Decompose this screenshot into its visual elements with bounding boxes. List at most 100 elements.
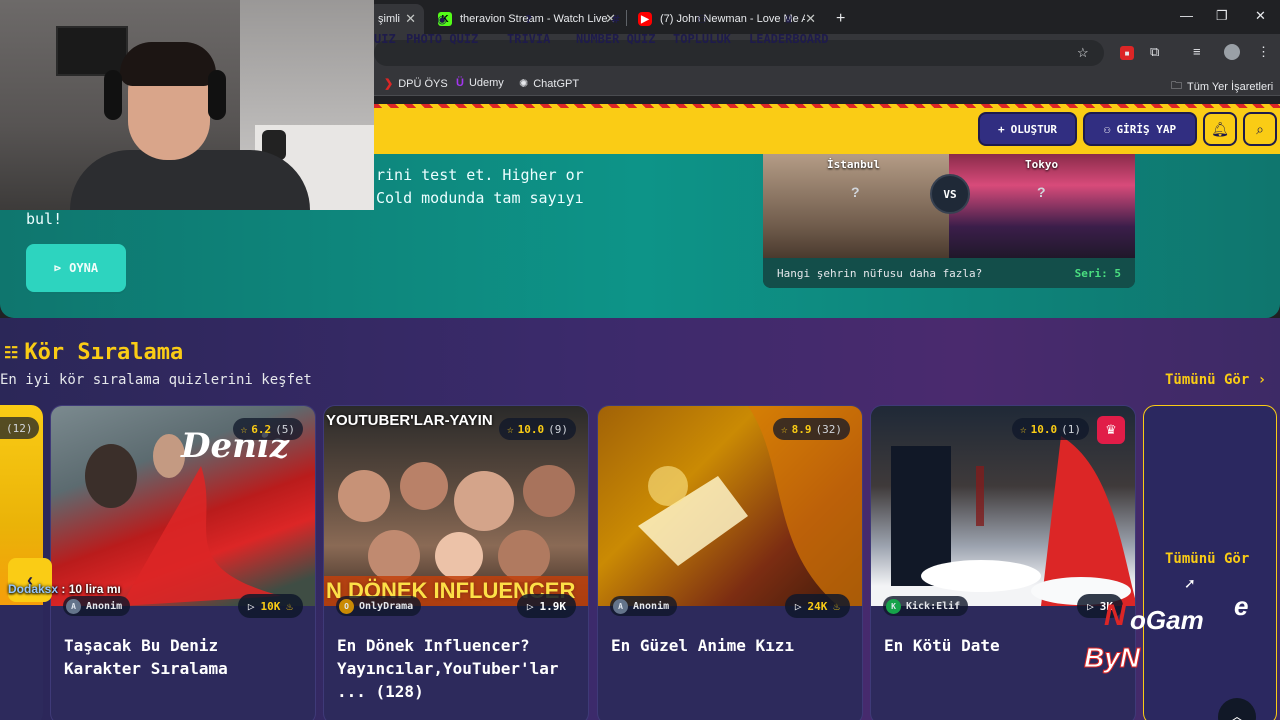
higher-lower-preview: İstanbul Tokyo ? ? VS Hangi şehrin nüfus… xyxy=(763,154,1135,288)
see-all-link[interactable]: Tümünü Gör › xyxy=(1165,372,1266,388)
profile-avatar[interactable] xyxy=(1224,44,1240,60)
section-title-text: Kör Sıralama xyxy=(24,340,184,365)
hash-icon: # xyxy=(611,13,621,26)
bookmark-dpu[interactable]: ❯ DPÜ ÖYS xyxy=(384,77,448,91)
streak-counter: Seri: 5 xyxy=(1074,266,1121,280)
hero-line: Cold modunda tam sayıyı xyxy=(376,189,584,207)
nav-label: PHOTO QUIZ xyxy=(406,32,479,46)
rating-count: (5) xyxy=(275,422,295,436)
screen: şimli ✕ K theravion Stream - Watch Live … xyxy=(0,0,1280,720)
vs-badge: VS xyxy=(930,174,970,214)
quiz-card[interactable]: ☆ 8.9 (32) A Anonim ▷ 24K ♨ En Güzel Anime Kı… xyxy=(597,405,863,720)
bookmark-udemy[interactable]: Ü Udemy xyxy=(456,77,504,89)
fire-icon: ♨ xyxy=(286,599,293,613)
extensions-puzzle-icon[interactable]: ⧉ xyxy=(1150,44,1159,60)
play-icon: ▷ xyxy=(247,599,255,613)
address-bar[interactable] xyxy=(374,40,1104,66)
plays-badge: ▷ 10K ♨ xyxy=(237,594,303,618)
nav-topluluk[interactable]: ⚇ TOPLULUK xyxy=(673,10,731,46)
unknown-value: ? xyxy=(851,184,860,200)
fire-icon: ♨ xyxy=(833,599,840,613)
section-title: ☷ Kör Sıralama xyxy=(4,340,183,365)
rating-count: (1) xyxy=(1061,422,1081,436)
folder-icon: 🗀 xyxy=(1171,80,1182,92)
nav-trivia[interactable]: ? TRIVIA xyxy=(507,10,550,46)
stream-logo-watermark: N oGam e ByN xyxy=(1084,591,1248,674)
svg-text:ByN: ByN xyxy=(1084,642,1141,673)
donation-alert: Dodaksx : 10 lira mı xyxy=(8,582,121,596)
notifications-button[interactable]: 🔔︎ xyxy=(1203,112,1237,146)
bookmark-label: Udemy xyxy=(468,77,504,89)
quiz-card[interactable]: YOUTUBER'LAR-YAYIN N DÖNEK INFLUENCER ☆ 1… xyxy=(323,405,589,720)
author-chip[interactable]: A Anonim xyxy=(63,596,131,616)
card-title: En Dönek Influencer? Yayıncılar,YouTuber… xyxy=(337,636,559,701)
login-button[interactable]: ⚇ GİRİŞ YAP xyxy=(1083,112,1197,146)
all-bookmarks[interactable]: 🗀 Tüm Yer İşaretleri xyxy=(1171,77,1273,96)
author-chip[interactable]: O OnlyDrama xyxy=(336,596,422,616)
author-name: Anonim xyxy=(633,600,670,612)
nav-number-quiz[interactable]: # NUMBER QUIZ xyxy=(576,10,655,46)
headphone-icon xyxy=(104,70,122,120)
chatgpt-icon: ✺ xyxy=(519,78,529,90)
plays-count: 1.9K xyxy=(539,599,567,613)
donation-user: Dodaksx xyxy=(8,582,59,596)
card-title: En Güzel Anime Kızı xyxy=(611,636,795,655)
nav-leaderboard[interactable]: ♛ LEADERBOARD xyxy=(749,10,828,46)
media-control-icon[interactable]: ≡ xyxy=(1193,44,1201,59)
nav-label: NUMBER QUIZ xyxy=(576,32,656,46)
search-icon: ⌕ xyxy=(1256,120,1264,137)
card-image xyxy=(871,406,1135,606)
play-label: OYNA xyxy=(69,261,99,275)
play-button[interactable]: ⊳ OYNA xyxy=(26,244,126,292)
nav-label: TRIVIA xyxy=(507,32,551,46)
author-chip[interactable]: A Anonim xyxy=(610,596,678,616)
restore-icon[interactable]: ❐ xyxy=(1216,8,1228,24)
unknown-value: ? xyxy=(1037,184,1046,200)
rating-value: 10.0 xyxy=(1030,422,1058,436)
question-icon: ? xyxy=(525,13,532,26)
rating-count: (9) xyxy=(548,422,568,436)
extension-icon[interactable]: ■ xyxy=(1120,46,1134,60)
nav-quiz[interactable]: UIZ xyxy=(374,10,396,46)
menu-kebab-icon[interactable]: ⋮ xyxy=(1257,44,1270,60)
bookmark-chatgpt[interactable]: ✺ ChatGPT xyxy=(519,77,579,91)
new-tab-button[interactable]: + xyxy=(826,4,850,34)
close-window-icon[interactable]: ✕ xyxy=(1255,8,1266,24)
svg-text:oGam: oGam xyxy=(1130,605,1204,635)
trophy-icon: ♛ xyxy=(783,13,794,26)
search-button[interactable]: ⌕ xyxy=(1243,112,1277,146)
webcam-person-hair xyxy=(120,42,216,86)
mouse-cursor: ➚ xyxy=(1184,575,1196,591)
nav-label: UIZ xyxy=(374,32,396,46)
plays-badge: ▷ 24K ♨ xyxy=(784,594,850,618)
udemy-icon: Ü xyxy=(456,77,464,89)
card-title: Taşacak Bu Deniz Karakter Sıralama xyxy=(64,636,228,678)
quiz-card[interactable]: Deniz ☆ 6.2 (5) A Anonim ▷ 10K ♨ Taşacak Bu D… xyxy=(50,405,316,720)
nav-photo-quiz[interactable]: ◉ PHOTO QUIZ xyxy=(406,10,478,46)
author-name: Kick:Elif xyxy=(906,600,961,612)
left-city-label: İstanbul xyxy=(827,158,880,171)
chevron-up-icon: ︿ xyxy=(1230,708,1244,720)
headphone-icon xyxy=(208,70,226,120)
rating-value: 8.9 xyxy=(791,422,812,436)
bell-icon: 🔔︎ xyxy=(1211,120,1229,137)
plays-count: 24K xyxy=(807,599,828,613)
plays-count: 10K xyxy=(260,599,281,613)
see-all-card-label[interactable]: Tümünü Gör xyxy=(1165,551,1249,567)
rating-value: 10.0 xyxy=(517,422,545,436)
star-bookmark-icon[interactable]: ☆ xyxy=(1077,45,1089,61)
nav-label: TOPLULUK xyxy=(673,32,731,46)
rating-count: (32) xyxy=(815,422,843,436)
crown-icon: ♛ xyxy=(1097,416,1125,444)
webcam-overlay xyxy=(0,0,374,210)
webcam-wall-art xyxy=(56,26,128,76)
user-icon: ⚇ xyxy=(1103,122,1111,136)
star-icon: ☆ xyxy=(1020,422,1027,436)
preview-question: Hangi şehrin nüfusu daha fazla? xyxy=(777,266,983,280)
author-chip[interactable]: K Kick:Elif xyxy=(883,596,969,616)
users-icon: ⚇ xyxy=(696,13,707,26)
bookmark-label: DPÜ ÖYS xyxy=(398,77,448,90)
list-icon: ☷ xyxy=(4,343,19,362)
create-button[interactable]: + OLUŞTUR xyxy=(978,112,1077,146)
minimize-icon[interactable]: — xyxy=(1180,8,1193,23)
